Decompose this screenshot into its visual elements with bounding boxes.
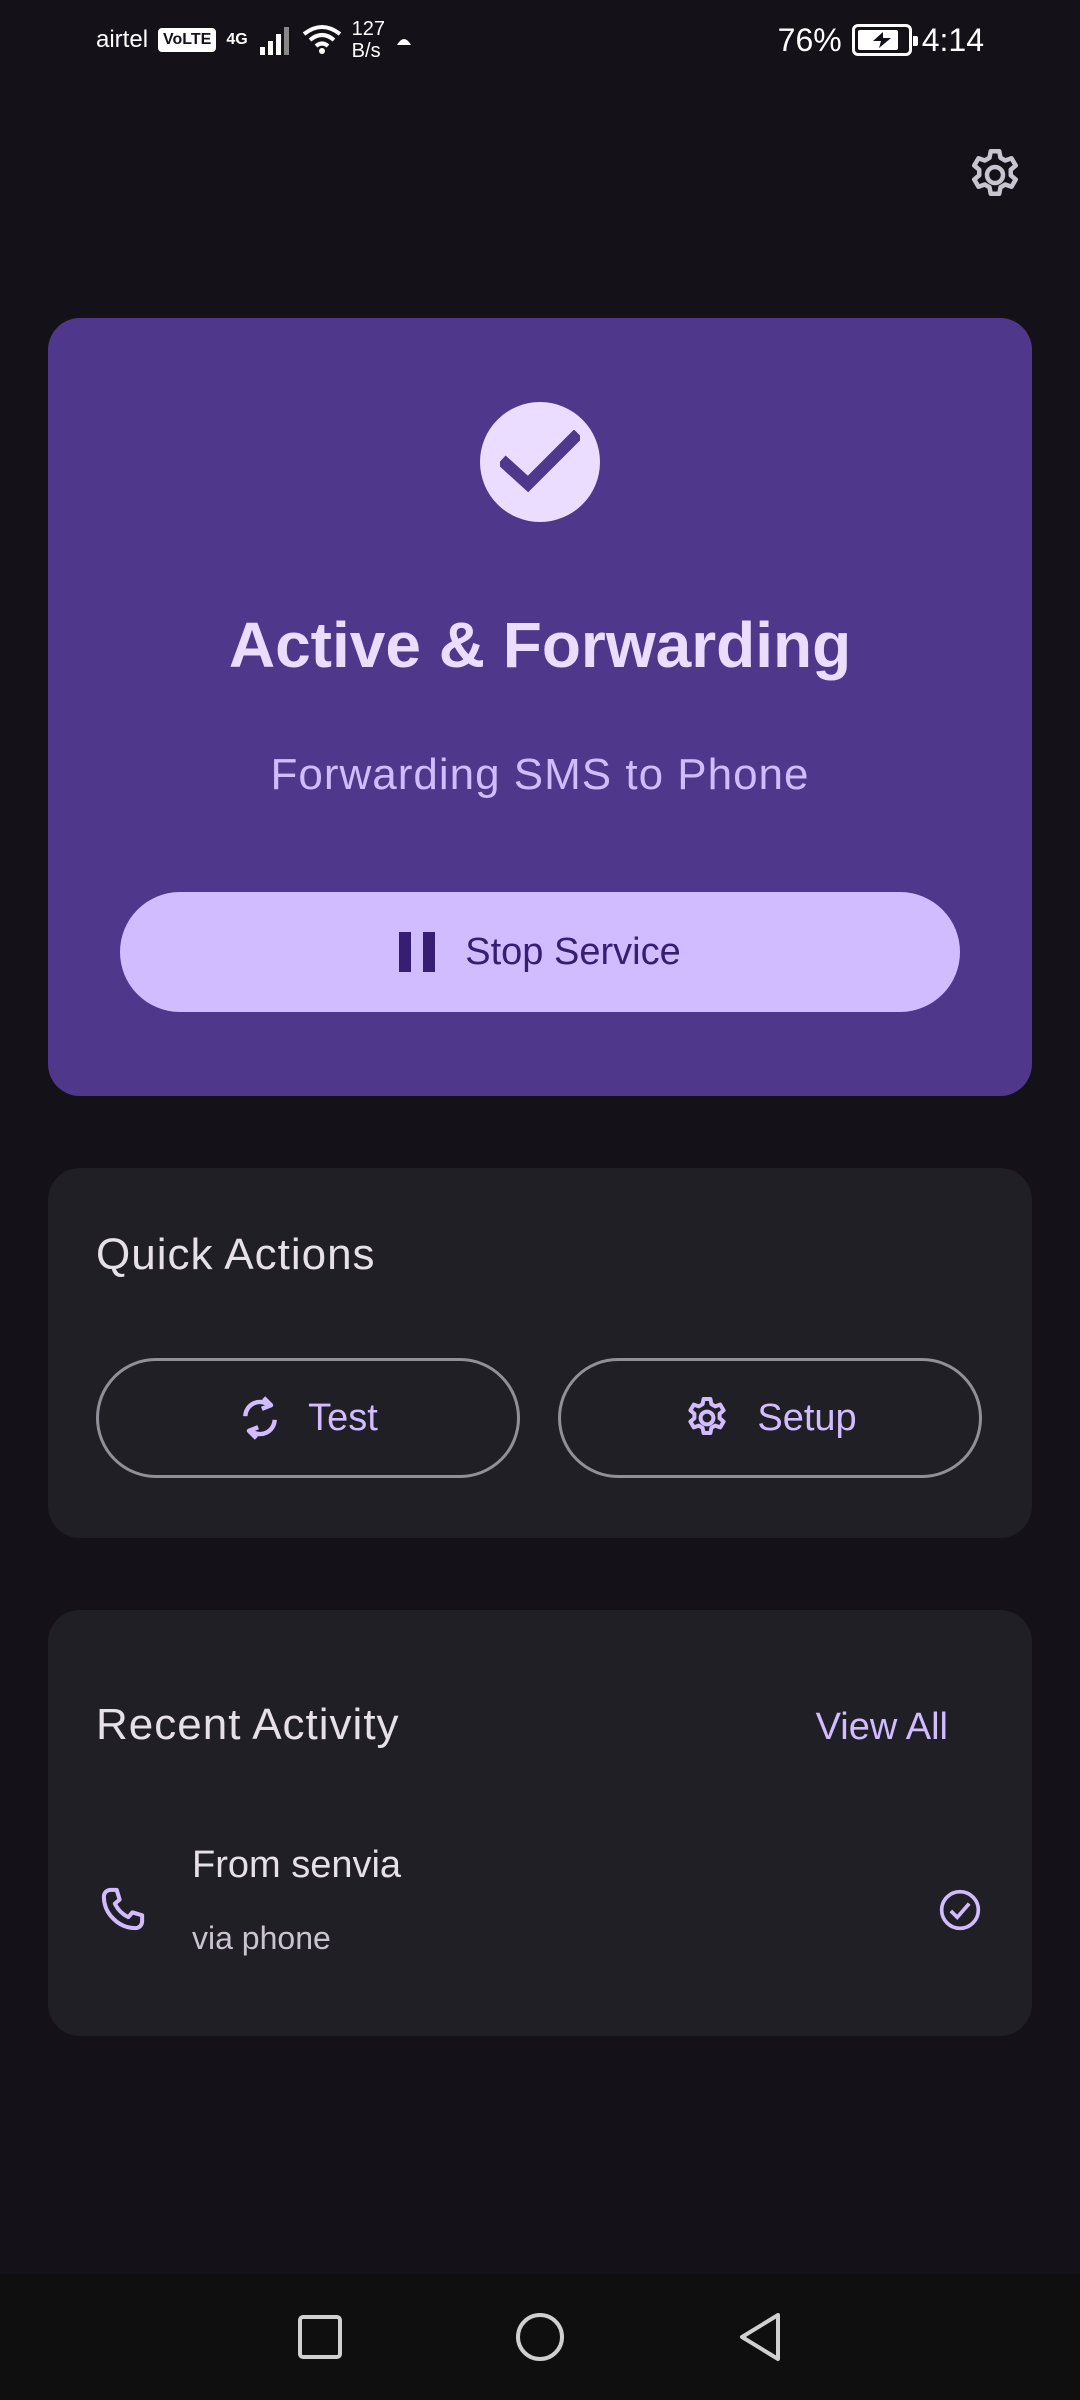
phone-icon (101, 1887, 145, 1931)
status-subtitle: Forwarding SMS to Phone (270, 750, 810, 799)
service-status-card: Active & Forwarding Forwarding SMS to Ph… (48, 318, 1032, 1096)
system-nav-bar (0, 2274, 1080, 2400)
speed-unit: B/s (351, 40, 381, 62)
carrier-name: airtel (96, 26, 149, 53)
quick-actions-card: Quick Actions Test Setup (48, 1168, 1032, 1538)
signal-icon (259, 27, 289, 55)
view-all-link[interactable]: View All (816, 1706, 948, 1749)
battery-icon (851, 24, 918, 56)
home-button[interactable] (510, 2307, 570, 2367)
recent-apps-button[interactable] (290, 2307, 350, 2367)
square-icon (298, 2315, 342, 2359)
battery-percent: 76% (777, 21, 842, 58)
pause-icon (399, 932, 436, 972)
stop-service-label: Stop Service (465, 930, 681, 973)
setup-button[interactable]: Setup (558, 1358, 982, 1478)
test-label: Test (308, 1396, 378, 1439)
network-speed: 127 B/s (352, 18, 385, 62)
activity-via: via phone (192, 1920, 331, 1956)
stop-service-button[interactable]: Stop Service (120, 892, 960, 1012)
settings-button[interactable] (960, 140, 1030, 210)
charging-bolt-icon (872, 32, 891, 48)
activity-from: From senvia (192, 1844, 402, 1886)
volte-badge: VoLTE (158, 28, 217, 52)
wifi-icon (302, 25, 341, 54)
back-button[interactable] (730, 2307, 790, 2367)
gear-icon (688, 1397, 726, 1435)
notification-app-icon (397, 39, 412, 45)
app-screen: airtel VoLTE 4G 127 B/s 76% 4:14 Active … (0, 0, 1080, 2400)
status-bar-right: 76% 4:14 (778, 22, 984, 59)
status-bar: airtel VoLTE 4G 127 B/s 76% 4:14 (0, 0, 1080, 80)
status-check-badge (480, 402, 600, 522)
speed-value: 127 (351, 18, 386, 40)
sync-icon (243, 1396, 278, 1440)
test-button[interactable]: Test (96, 1358, 520, 1478)
circle-icon (516, 2313, 564, 2361)
check-icon (500, 430, 580, 493)
status-bar-left: airtel VoLTE 4G 127 B/s (96, 18, 413, 62)
list-item[interactable]: From senvia via phone (48, 1844, 1032, 1994)
clock: 4:14 (921, 21, 984, 58)
recent-activity-title: Recent Activity (96, 1700, 400, 1749)
quick-actions-title: Quick Actions (96, 1230, 376, 1279)
check-circle-icon (939, 1889, 981, 1931)
recent-activity-card: Recent Activity View All From senvia via… (48, 1610, 1032, 2036)
setup-label: Setup (757, 1396, 857, 1439)
network-type: 4G (226, 31, 248, 48)
status-title: Active & Forwarding (228, 609, 852, 681)
back-triangle-icon (740, 2313, 780, 2361)
gear-icon (972, 149, 1018, 196)
